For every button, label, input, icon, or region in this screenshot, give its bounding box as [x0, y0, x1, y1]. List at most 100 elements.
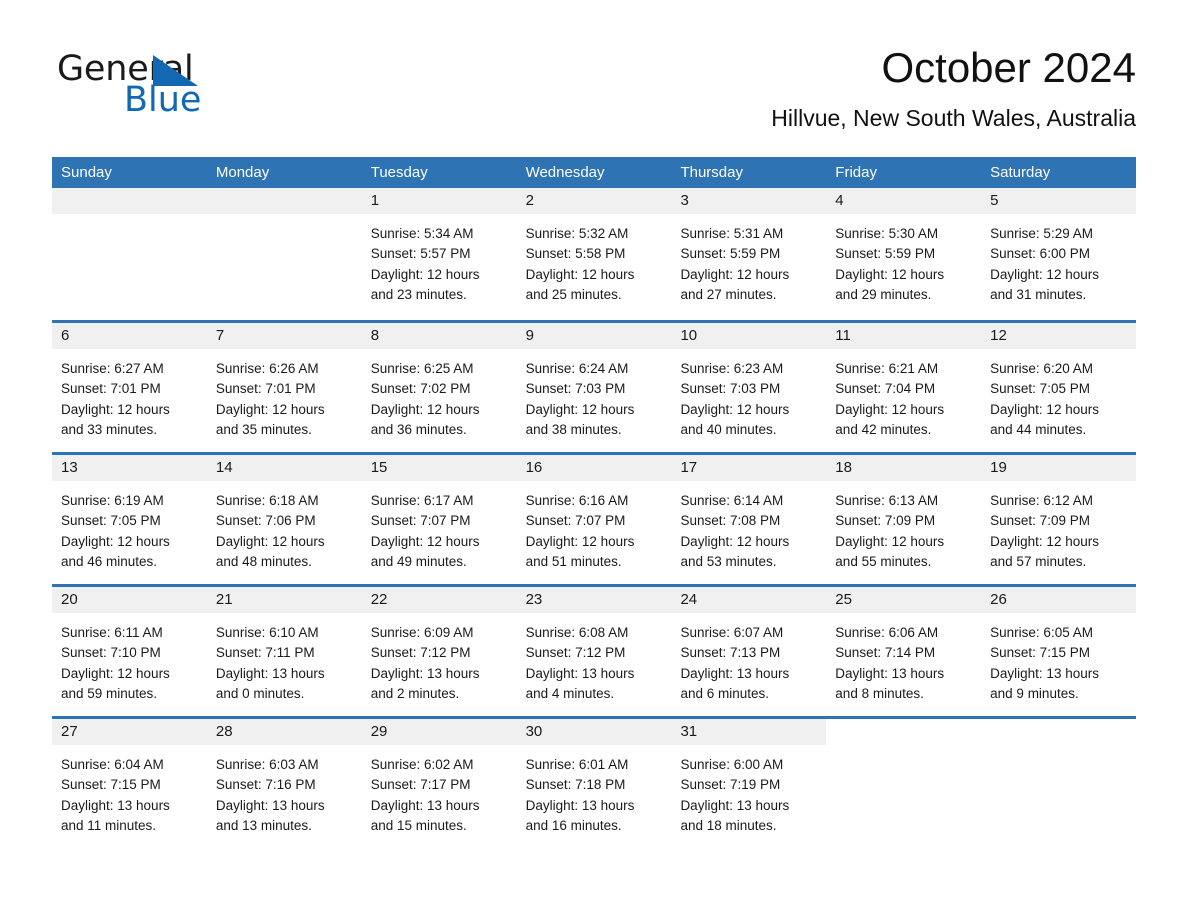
- day-details: Sunrise: 6:13 AM Sunset: 7:09 PM Daylight:…: [826, 482, 981, 572]
- day-number-band: 10: [671, 323, 827, 350]
- daylight-text-line1: Daylight: 13 hours: [680, 797, 790, 813]
- daylight-text-line2: and 29 minutes.: [835, 286, 932, 302]
- day-cell[interactable]: 14 Sunrise: 6:18 AM Sunset: 7:06 PM Dayligh…: [206, 455, 362, 584]
- daylight-text-line2: and 55 minutes.: [835, 553, 932, 569]
- day-cell[interactable]: 23 Sunrise: 6:08 AM Sunset: 7:12 PM Dayligh…: [516, 587, 672, 716]
- day-number: 4: [835, 192, 844, 209]
- day-cell[interactable]: 12 Sunrise: 6:20 AM Sunset: 7:05 PM Dayligh…: [981, 323, 1137, 452]
- daylight-text-line2: and 36 minutes.: [370, 421, 467, 437]
- day-cell[interactable]: 10 Sunrise: 6:23 AM Sunset: 7:03 PM Dayligh…: [671, 323, 827, 452]
- sunrise-text: Sunrise: 6:21 AM: [835, 361, 939, 376]
- day-details: Sunrise: 5:34 AM Sunset: 5:57 PM Daylight:…: [362, 215, 517, 305]
- day-cell[interactable]: 9 Sunrise: 6:24 AM Sunset: 7:03 PM Daylight…: [516, 323, 672, 452]
- day-number-band: 31: [671, 719, 827, 746]
- day-number: 20: [61, 591, 78, 608]
- day-cell[interactable]: 19 Sunrise: 6:12 AM Sunset: 7:09 PM Dayligh…: [981, 455, 1137, 584]
- day-cell[interactable]: 18 Sunrise: 6:13 AM Sunset: 7:09 PM Dayligh…: [826, 455, 982, 584]
- day-cell[interactable]: 2 Sunrise: 5:32 AM Sunset: 5:58 PM Daylight…: [516, 188, 672, 320]
- day-cell[interactable]: 5 Sunrise: 5:29 AM Sunset: 6:00 PM Daylight…: [981, 188, 1137, 320]
- sunrise-text: Sunrise: 6:11 AM: [61, 625, 163, 640]
- sunset-text: Sunset: 7:16 PM: [215, 777, 316, 793]
- daylight-text-line1: Daylight: 12 hours: [61, 401, 170, 417]
- sunrise-text: Sunrise: 6:17 AM: [370, 493, 474, 508]
- day-cell[interactable]: 24 Sunrise: 6:07 AM Sunset: 7:13 PM Dayligh…: [671, 587, 827, 716]
- day-cell[interactable]: 8 Sunrise: 6:25 AM Sunset: 7:02 PM Daylight…: [361, 323, 517, 452]
- daylight-text-line2: and 27 minutes.: [680, 286, 777, 302]
- day-number-band: [826, 719, 982, 746]
- weekday-wednesday: Wednesday: [525, 164, 605, 181]
- calendar-week-row: 6 Sunrise: 6:27 AM Sunset: 7:01 PM Daylight…: [52, 320, 1137, 452]
- day-cell[interactable]: 6 Sunrise: 6:27 AM Sunset: 7:01 PM Daylight…: [52, 323, 207, 452]
- day-number: 7: [215, 327, 225, 344]
- day-cell[interactable]: 22 Sunrise: 6:09 AM Sunset: 7:12 PM Dayligh…: [361, 587, 517, 716]
- day-cell[interactable]: 1 Sunrise: 5:34 AM Sunset: 5:57 PM Daylight…: [361, 188, 517, 320]
- daylight-text-line1: Daylight: 12 hours: [525, 401, 635, 417]
- day-number-band: 1: [361, 188, 517, 215]
- day-details: Sunrise: 6:06 AM Sunset: 7:14 PM Daylight:…: [826, 614, 981, 704]
- weekday-monday: Monday: [215, 164, 270, 181]
- sunrise-text: Sunrise: 5:30 AM: [835, 226, 939, 241]
- day-cell[interactable]: 11 Sunrise: 6:21 AM Sunset: 7:04 PM Dayligh…: [826, 323, 982, 452]
- day-cell[interactable]: 20 Sunrise: 6:11 AM Sunset: 7:10 PM Dayligh…: [52, 587, 207, 716]
- sunset-text: Sunset: 7:05 PM: [990, 381, 1090, 397]
- sunrise-text: Sunrise: 6:20 AM: [990, 361, 1093, 376]
- day-cell[interactable]: 28 Sunrise: 6:03 AM Sunset: 7:16 PM Dayligh…: [206, 719, 362, 848]
- day-number: 21: [215, 591, 233, 608]
- day-number: 2: [525, 192, 534, 209]
- calendar-week-row: 27 Sunrise: 6:04 AM Sunset: 7:15 PM Dayligh…: [52, 716, 1137, 848]
- day-cell[interactable]: 3 Sunrise: 5:31 AM Sunset: 5:59 PM Daylight…: [671, 188, 827, 320]
- weekday-saturday: Saturday: [990, 164, 1051, 181]
- sunrise-text: Sunrise: 6:27 AM: [61, 361, 164, 376]
- day-cell[interactable]: 31 Sunrise: 6:00 AM Sunset: 7:19 PM Dayligh…: [671, 719, 827, 848]
- day-cell[interactable]: 15 Sunrise: 6:17 AM Sunset: 7:07 PM Dayligh…: [361, 455, 517, 584]
- calendar-week-row: 13 Sunrise: 6:19 AM Sunset: 7:05 PM Dayligh…: [52, 452, 1137, 584]
- day-number: 16: [525, 459, 543, 476]
- day-cell[interactable]: 26 Sunrise: 6:05 AM Sunset: 7:15 PM Dayligh…: [981, 587, 1137, 716]
- sunset-text: Sunset: 7:19 PM: [680, 777, 781, 793]
- daylight-text-line1: Daylight: 12 hours: [990, 401, 1099, 417]
- day-cell[interactable]: 4 Sunrise: 5:30 AM Sunset: 5:59 PM Daylight…: [826, 188, 982, 320]
- day-cell[interactable]: 13 Sunrise: 6:19 AM Sunset: 7:05 PM Dayligh…: [52, 455, 207, 584]
- day-cell[interactable]: 30 Sunrise: 6:01 AM Sunset: 7:18 PM Dayligh…: [516, 719, 672, 848]
- sunset-text: Sunset: 7:09 PM: [990, 513, 1090, 529]
- day-cell[interactable]: 27 Sunrise: 6:04 AM Sunset: 7:15 PM Dayligh…: [52, 719, 207, 848]
- daylight-text-line2: and 9 minutes.: [990, 685, 1079, 701]
- day-number-band: 6: [52, 323, 207, 350]
- sunset-text: Sunset: 7:15 PM: [990, 645, 1090, 661]
- sunset-text: Sunset: 7:08 PM: [680, 513, 781, 529]
- daylight-text-line1: Daylight: 13 hours: [525, 797, 635, 813]
- daylight-text-line1: Daylight: 12 hours: [680, 266, 790, 282]
- day-cell[interactable]: 17 Sunrise: 6:14 AM Sunset: 7:08 PM Dayligh…: [671, 455, 827, 584]
- day-details: Sunrise: 5:30 AM Sunset: 5:59 PM Daylight:…: [826, 215, 981, 305]
- daylight-text-line1: Daylight: 12 hours: [680, 401, 790, 417]
- weekday-thursday: Thursday: [680, 164, 743, 181]
- daylight-text-line1: Daylight: 12 hours: [835, 533, 945, 549]
- sunset-text: Sunset: 7:10 PM: [61, 645, 161, 661]
- sunset-text: Sunset: 7:17 PM: [370, 777, 471, 793]
- daylight-text-line1: Daylight: 12 hours: [990, 266, 1099, 282]
- location-subtitle: Hillvue, New South Wales, Australia: [771, 105, 1136, 132]
- day-cell[interactable]: 29 Sunrise: 6:02 AM Sunset: 7:17 PM Dayligh…: [361, 719, 517, 848]
- day-number-band: 19: [981, 455, 1137, 482]
- sunrise-text: Sunrise: 6:18 AM: [215, 493, 319, 508]
- title-block: October 2024 Hillvue, New South Wales, A…: [436, 45, 1136, 132]
- day-number: 30: [525, 723, 543, 740]
- daylight-text-line1: Daylight: 13 hours: [370, 797, 480, 813]
- day-details: Sunrise: 6:07 AM Sunset: 7:13 PM Daylight:…: [671, 614, 826, 704]
- day-cell[interactable]: 16 Sunrise: 6:16 AM Sunset: 7:07 PM Dayligh…: [516, 455, 672, 584]
- sunrise-text: Sunrise: 6:24 AM: [525, 361, 629, 376]
- day-number: 10: [680, 327, 698, 344]
- day-number: 6: [61, 327, 70, 344]
- sunrise-text: Sunrise: 6:26 AM: [215, 361, 319, 376]
- day-cell[interactable]: 21 Sunrise: 6:10 AM Sunset: 7:11 PM Dayligh…: [206, 587, 362, 716]
- day-number-band: 8: [361, 323, 517, 350]
- sunrise-text: Sunrise: 6:08 AM: [525, 625, 629, 640]
- day-cell[interactable]: 25 Sunrise: 6:06 AM Sunset: 7:14 PM Dayligh…: [826, 587, 982, 716]
- daylight-text-line1: Daylight: 12 hours: [835, 266, 945, 282]
- day-number: 8: [370, 327, 380, 344]
- day-number-band: 23: [516, 587, 672, 614]
- daylight-text-line2: and 33 minutes.: [61, 421, 158, 437]
- day-number-band: 17: [671, 455, 827, 482]
- day-cell[interactable]: 7 Sunrise: 6:26 AM Sunset: 7:01 PM Daylight…: [206, 323, 362, 452]
- sunset-text: Sunset: 5:59 PM: [835, 246, 936, 262]
